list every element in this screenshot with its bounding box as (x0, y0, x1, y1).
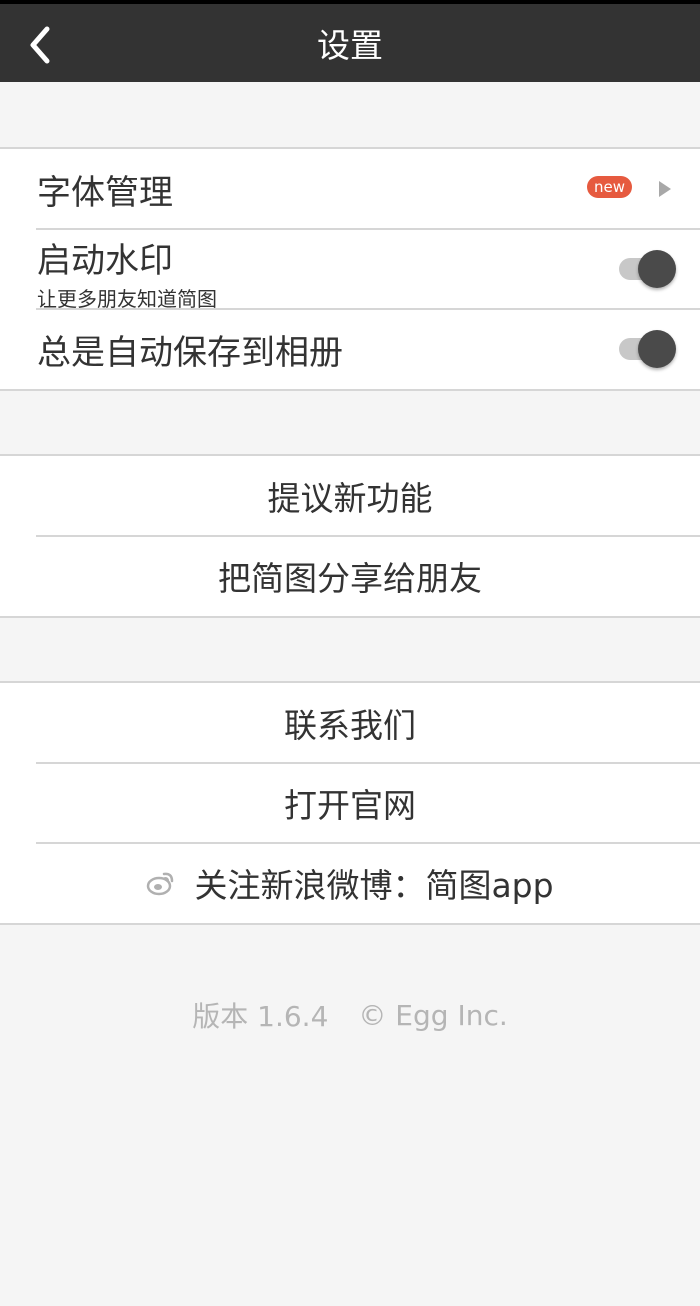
suggest-feature-label: 提议新功能 (267, 479, 433, 518)
version-text: 版本 1.6.4 (192, 1000, 329, 1033)
open-website-row[interactable]: 打开官网 (0, 762, 700, 843)
weibo-icon (146, 870, 176, 896)
follow-weibo-label: 关注新浪微博：简图app (194, 866, 554, 905)
contact-us-label: 联系我们 (284, 706, 416, 745)
watermark-label: 启动水印 (37, 240, 173, 281)
back-button[interactable] (18, 20, 62, 70)
auto-save-toggle[interactable] (617, 329, 677, 369)
follow-weibo-row[interactable]: 关注新浪微博：简图app (0, 842, 700, 923)
auto-save-row: 总是自动保存到相册 (0, 308, 700, 389)
footer: 版本 1.6.4 © Egg Inc. (0, 992, 700, 1038)
page-title: 设置 (317, 26, 383, 65)
chevron-left-icon (30, 26, 50, 64)
open-website-label: 打开官网 (284, 786, 416, 825)
suggest-feature-row[interactable]: 提议新功能 (0, 456, 700, 536)
watermark-toggle[interactable] (617, 249, 677, 289)
new-badge: new (587, 176, 632, 198)
toggle-knob (638, 250, 676, 288)
share-app-row[interactable]: 把简图分享给朋友 (0, 535, 700, 616)
toggle-knob (638, 330, 676, 368)
follow-weibo-content: 关注新浪微博：简图app (0, 843, 700, 923)
copyright-text: © Egg Inc. (358, 998, 508, 1032)
top-bar: 设置 (0, 0, 700, 82)
play-right-icon (659, 181, 671, 197)
contact-group: 联系我们 打开官网 关注新浪微博：简图app (0, 681, 700, 925)
auto-save-label: 总是自动保存到相册 (37, 332, 343, 373)
font-management-label: 字体管理 (37, 172, 173, 213)
watermark-row: 启动水印 让更多朋友知道简图 (0, 228, 700, 309)
watermark-sublabel: 让更多朋友知道简图 (37, 287, 217, 308)
contact-us-row[interactable]: 联系我们 (0, 683, 700, 763)
feedback-group: 提议新功能 把简图分享给朋友 (0, 454, 700, 618)
share-app-label: 把简图分享给朋友 (218, 559, 482, 598)
